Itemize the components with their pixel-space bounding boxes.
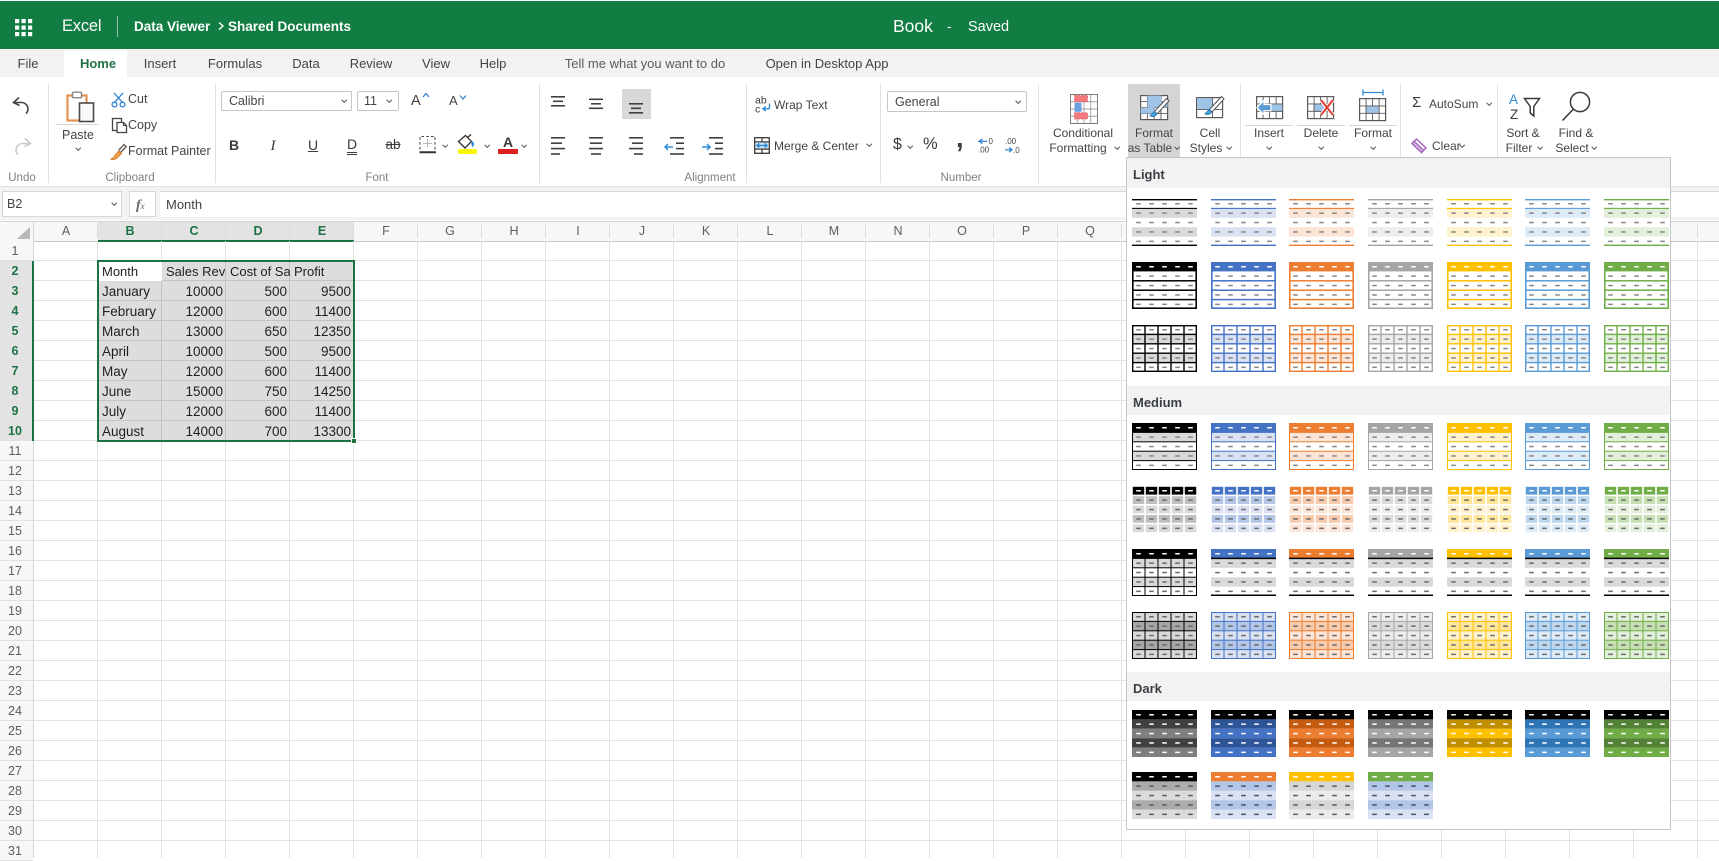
svg-text:A: A [1509, 92, 1518, 107]
svg-text:c: c [755, 104, 760, 114]
svg-text:Z: Z [1510, 107, 1518, 121]
